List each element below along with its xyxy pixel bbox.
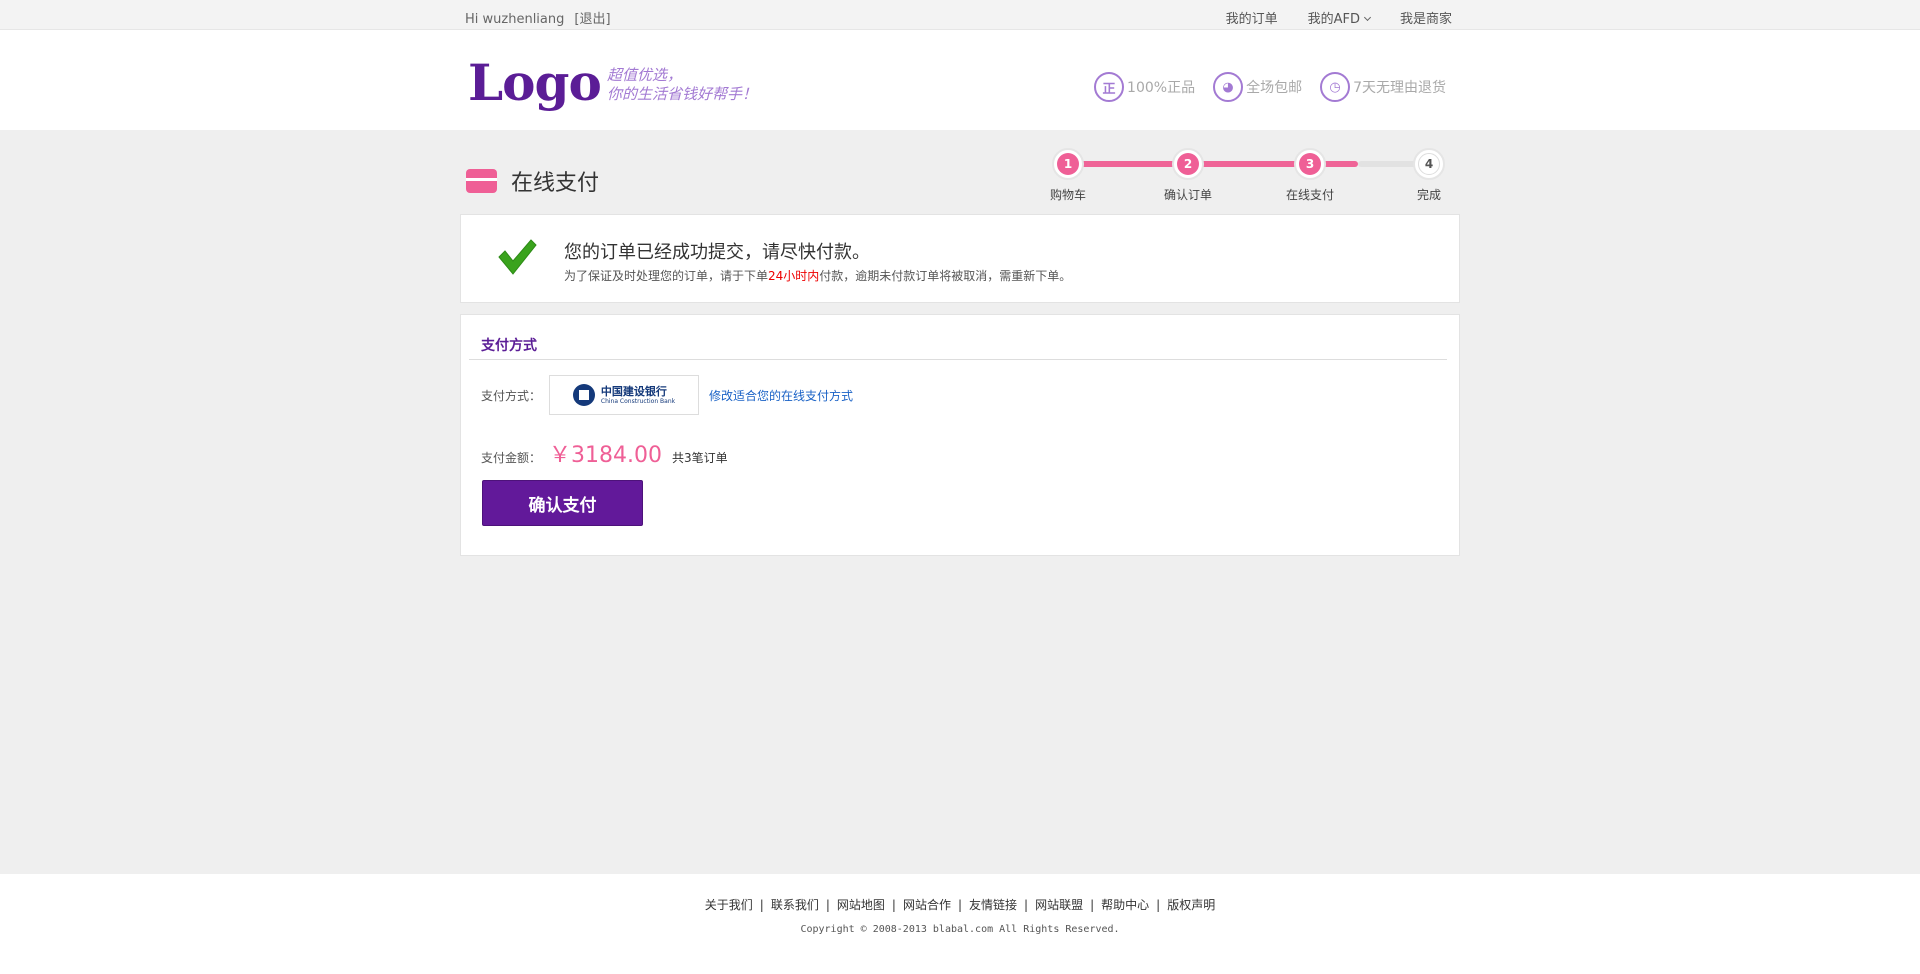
deadline-highlight: 24小时内	[768, 269, 820, 283]
slogan: 超值优选， 你的生活省钱好帮手！	[607, 66, 757, 104]
ccb-logo-icon	[572, 384, 595, 406]
slogan-line-2: 你的生活省钱好帮手！	[607, 85, 758, 103]
note-text: 付款，逾期未付款订单将被取消，需重新下单。	[819, 269, 1072, 283]
copyright-text: Copyright © 2008-2013 blabal.com All Rig…	[800, 924, 1120, 935]
step-number: 2	[1177, 153, 1199, 175]
footer-links: 关于我们 | 联系我们 | 网站地图 | 网站合作 | 友情链接 | 网站联盟 | 帮助中心 | 版权声明	[704, 898, 1216, 912]
my-orders-link[interactable]: 我的订单	[1226, 8, 1278, 27]
top-links: 我的订单 我的AFD 我是商家	[1226, 8, 1452, 27]
success-headline: 您的订单已经成功提交，请尽快付款。	[564, 242, 870, 263]
merchant-link[interactable]: 我是商家	[1400, 8, 1452, 27]
change-payment-link[interactable]: 修改适合您的在线支付方式	[709, 387, 853, 404]
feature-free-shipping: ◕ 全场包邮	[1213, 72, 1302, 102]
feature-free-shipping-label: 全场包邮	[1246, 80, 1303, 96]
map-icon: ◕	[1213, 72, 1244, 102]
feature-genuine: 正 100%正品	[1094, 72, 1195, 102]
site-logo[interactable]: Logo	[468, 58, 602, 108]
bank-logo: 中国建设银行 China Construction Bank	[549, 375, 700, 415]
feature-genuine-label: 100%正品	[1127, 80, 1196, 96]
payment-method-row: 支付方式： 中国建设银行 China Construction Bank 修改适…	[481, 375, 853, 415]
page-title-text: 在线支付	[511, 171, 600, 196]
note-text: 为了保证及时处理您的订单，请于下单	[564, 269, 769, 283]
footer-link-about[interactable]: 关于我们	[705, 898, 753, 912]
step-label: 在线支付	[1285, 188, 1334, 202]
page-title: 在线支付	[466, 165, 599, 197]
step-online-payment: 3 在线支付	[1270, 148, 1350, 203]
user-greeting: Hi wuzhenliang [退出]	[465, 8, 611, 27]
section-title: 支付方式	[481, 338, 537, 354]
feature-returns-label: 7天无理由退货	[1353, 80, 1446, 96]
site-footer: 关于我们 | 联系我们 | 网站地图 | 网站合作 | 友情链接 | 网站联盟 | 帮助中心 | 版权声明 …	[0, 874, 1920, 974]
order-success-notice: 您的订单已经成功提交，请尽快付款。 为了保证及时处理您的订单，请于下单24小时内…	[460, 214, 1460, 303]
step-confirm-order: 2 确认订单	[1148, 148, 1228, 203]
footer-link-contact[interactable]: 联系我们	[771, 898, 819, 912]
checkmark-icon	[498, 239, 537, 275]
greeting-text: Hi wuzhenliang	[465, 12, 565, 27]
footer-link-help[interactable]: 帮助中心	[1101, 898, 1149, 912]
footer-link-friends[interactable]: 友情链接	[969, 898, 1017, 912]
footer-link-sitemap[interactable]: 网站地图	[837, 898, 885, 912]
confirm-payment-button[interactable]: 确认支付	[482, 480, 643, 526]
bank-name-en: China Construction Bank	[600, 397, 676, 405]
slogan-line-1: 超值优选，	[607, 66, 683, 84]
step-label: 完成	[1416, 188, 1441, 202]
footer-link-alliance[interactable]: 网站联盟	[1035, 898, 1083, 912]
footer-link-copyright[interactable]: 版权声明	[1167, 898, 1215, 912]
logout-link[interactable]: [退出]	[574, 12, 610, 27]
amount-label: 支付金额：	[481, 451, 542, 465]
feature-badges: 正 100%正品 ◕ 全场包邮 ◷ 7天无理由退货	[1094, 72, 1446, 102]
success-note: 为了保证及时处理您的订单，请于下单24小时内付款，逾期未付款订单将被取消，需重新…	[564, 267, 1071, 284]
payment-panel: 支付方式 支付方式： 中国建设银行 China Construction Ban…	[460, 314, 1460, 556]
step-label: 确认订单	[1163, 188, 1212, 202]
divider	[469, 359, 1447, 360]
step-number: 3	[1299, 153, 1321, 175]
checkout-progress: 1 购物车 2 确认订单 3 在线支付 4 完成	[1046, 144, 1456, 204]
my-afd-menu[interactable]: 我的AFD	[1307, 8, 1372, 27]
credit-card-icon	[466, 169, 497, 193]
my-afd-label: 我的AFD	[1307, 12, 1360, 27]
payment-amount: ￥3184.00	[549, 443, 662, 468]
chevron-down-icon	[1363, 13, 1372, 22]
genuine-icon: 正	[1094, 72, 1125, 102]
step-complete: 4 完成	[1389, 148, 1469, 203]
clock-icon: ◷	[1320, 72, 1351, 102]
step-number: 1	[1057, 153, 1079, 175]
step-label: 购物车	[1049, 188, 1086, 202]
site-header: Logo 超值优选， 你的生活省钱好帮手！ 正 100%正品 ◕ 全场包邮 ◷ …	[0, 30, 1920, 130]
payment-amount-row: 支付金额： ￥3184.00 共3笔订单	[481, 437, 728, 469]
bank-name-cn: 中国建设银行	[600, 384, 667, 398]
step-cart: 1 购物车	[1028, 148, 1108, 203]
order-count: 共3笔订单	[672, 451, 728, 465]
feature-returns: ◷ 7天无理由退货	[1320, 72, 1446, 102]
payment-method-label: 支付方式：	[481, 388, 542, 403]
footer-link-cooperation[interactable]: 网站合作	[903, 898, 951, 912]
top-bar: Hi wuzhenliang [退出] 我的订单 我的AFD 我是商家	[0, 0, 1920, 30]
step-number: 4	[1418, 153, 1440, 175]
